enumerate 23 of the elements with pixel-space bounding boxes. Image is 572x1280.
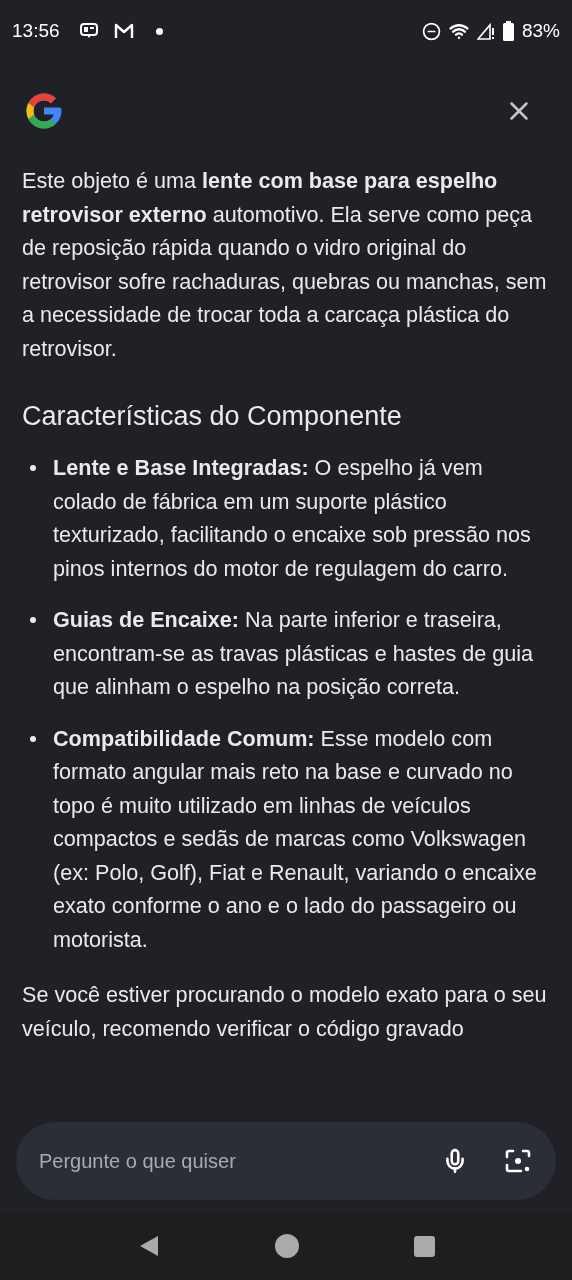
bullet-text: Guias de Encaixe: Na parte inferior e traseira, encontram-se as travas plásticas e hastes de guia que alinham o espelho na posição correta. bbox=[53, 606, 535, 701]
signal-icon bbox=[476, 22, 495, 40]
status-time: 13:56 bbox=[12, 18, 60, 43]
answer-paragraph: Este objeto é uma lente com base para espelho retrovisor externo automotivo. Ela serve como peça de reposição rápida quando o vidro original do retrovisor sofre rachaduras, quebras ou manchas, sem a necessidade de trocar toda a carcaça plástica do retrovisor. bbox=[22, 167, 548, 363]
mail-icon bbox=[113, 23, 134, 39]
bullet-icon bbox=[30, 735, 36, 742]
do-not-disturb-icon bbox=[421, 21, 441, 41]
prompt-field[interactable]: Pergunte o que quiser bbox=[39, 1146, 442, 1176]
bullet-text: Compatibilidade Comum: Esse modelo com formato angular mais reto na base e curvado no topo é muito utilizado em linhas de veículos compactos e sedãs de marcas como Volkswagen (ex: Polo, Golf), Fiat e Renault, variando o encaixe exato conforme o ano e o lado do passageiro ou motorista. bbox=[53, 724, 538, 954]
camera-search-icon bbox=[504, 1147, 532, 1175]
bullet-icon bbox=[30, 465, 36, 471]
bullet-text: Lente e Base Integradas: O espelho já vem colado de fábrica em um suporte plástico texturizado, facilitando o encaixe sob pressão nos pinos internos do motor de regulagem do carro. bbox=[53, 454, 532, 583]
wifi-icon bbox=[448, 21, 469, 41]
battery-icon bbox=[502, 21, 514, 41]
closing-paragraph: Se você estiver procurando o modelo exato para o seu veículo, recomendo verificar o código gravado bbox=[22, 981, 548, 1043]
message-icon bbox=[79, 23, 98, 39]
home-button[interactable] bbox=[274, 1234, 299, 1258]
camera-search-button[interactable] bbox=[504, 1147, 532, 1175]
prompt-bar[interactable]: Pergunte o que quiser bbox=[16, 1122, 556, 1200]
section-heading: Características do Componente bbox=[22, 400, 403, 433]
recents-button[interactable] bbox=[413, 1235, 435, 1257]
battery-level: 83% bbox=[521, 18, 560, 43]
bullet-icon bbox=[30, 617, 36, 623]
